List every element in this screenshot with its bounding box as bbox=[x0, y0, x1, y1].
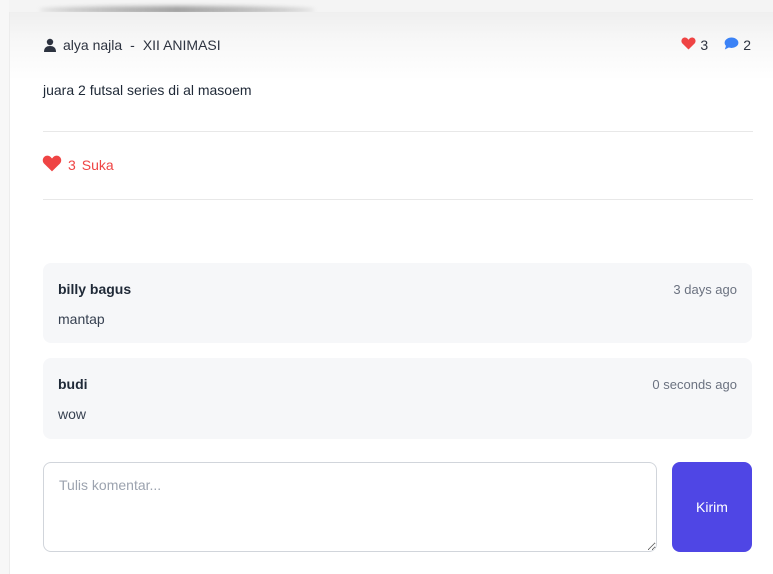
comment-count: 2 bbox=[743, 37, 751, 53]
comment-item: budi 0 seconds ago wow bbox=[43, 358, 752, 439]
like-count: 3 bbox=[700, 37, 709, 53]
user-icon bbox=[43, 38, 57, 52]
comment-input[interactable] bbox=[43, 462, 657, 552]
like-button[interactable]: 3 Suka bbox=[42, 155, 114, 175]
top-bar bbox=[9, 0, 773, 14]
comment-time: 3 days ago bbox=[673, 282, 737, 297]
like-button-label: Suka bbox=[81, 157, 114, 173]
comment-author: budi bbox=[58, 376, 88, 392]
send-comment-button[interactable]: Kirim bbox=[672, 462, 752, 552]
post-header: alya najla - XII ANIMASI 3 2 bbox=[10, 12, 773, 80]
post-content: juara 2 futsal series di al masoem bbox=[43, 82, 252, 98]
divider-bottom bbox=[43, 199, 753, 200]
post-card: alya najla - XII ANIMASI 3 2 juara 2 fut… bbox=[9, 12, 773, 574]
comment-author: billy bagus bbox=[58, 281, 132, 297]
heart-icon bbox=[42, 155, 62, 175]
post-author: alya najla - XII ANIMASI bbox=[43, 37, 221, 53]
comment-bubble-icon bbox=[724, 37, 739, 53]
author-name: alya najla bbox=[63, 37, 123, 53]
author-class: XII ANIMASI bbox=[142, 37, 221, 53]
comment-text: mantap bbox=[58, 311, 105, 327]
heart-icon bbox=[681, 37, 696, 53]
post-stats: 3 2 bbox=[681, 37, 751, 53]
comment-time: 0 seconds ago bbox=[652, 377, 737, 392]
divider-top bbox=[43, 131, 753, 132]
comment-text: wow bbox=[58, 406, 87, 422]
comment-item: billy bagus 3 days ago mantap bbox=[43, 263, 752, 343]
like-button-count: 3 bbox=[68, 157, 76, 173]
author-separator: - bbox=[130, 37, 135, 53]
